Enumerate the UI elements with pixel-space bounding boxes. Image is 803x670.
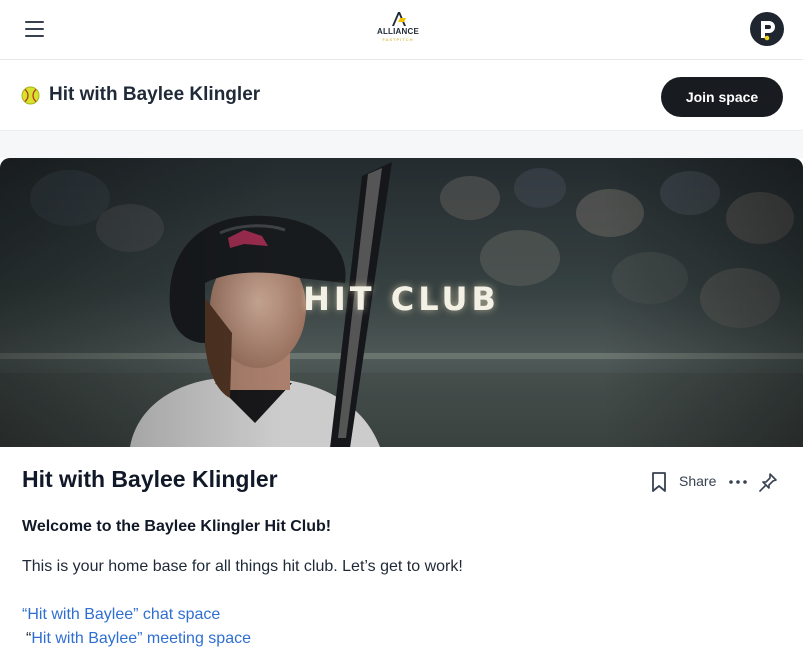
meeting-space-line: “Hit with Baylee” meeting space <box>26 630 251 648</box>
top-navigation-bar: ALLIANCE FASTPITCH <box>0 0 803 60</box>
pin-icon[interactable] <box>758 471 778 493</box>
more-icon[interactable] <box>727 472 749 492</box>
user-avatar-icon[interactable] <box>750 12 784 46</box>
logo-subtext: FASTPITCH <box>382 37 414 42</box>
post-title: Hit with Baylee Klingler <box>22 466 278 492</box>
post-body-text: This is your home base for all things hi… <box>22 558 463 575</box>
join-space-button[interactable]: Join space <box>661 77 783 117</box>
bookmark-icon[interactable] <box>649 471 669 493</box>
banner-title: HIT CLUB <box>303 280 500 318</box>
space-title: Hit with Baylee Klingler <box>49 84 261 105</box>
share-button[interactable]: Share <box>679 473 716 489</box>
space-header: Hit with Baylee Klingler Join space <box>0 61 803 131</box>
softball-icon <box>21 86 40 105</box>
meeting-space-link[interactable]: Hit with Baylee” meeting space <box>31 630 251 647</box>
alliance-logo[interactable]: ALLIANCE FASTPITCH <box>369 10 427 46</box>
chat-space-link[interactable]: “Hit with Baylee” chat space <box>22 606 220 624</box>
welcome-heading: Welcome to the Baylee Klingler Hit Club! <box>22 518 332 535</box>
content-background <box>0 131 803 158</box>
alliance-logo-mark <box>392 12 406 26</box>
logo-text: ALLIANCE <box>376 27 420 36</box>
hamburger-menu-icon[interactable] <box>24 19 46 39</box>
